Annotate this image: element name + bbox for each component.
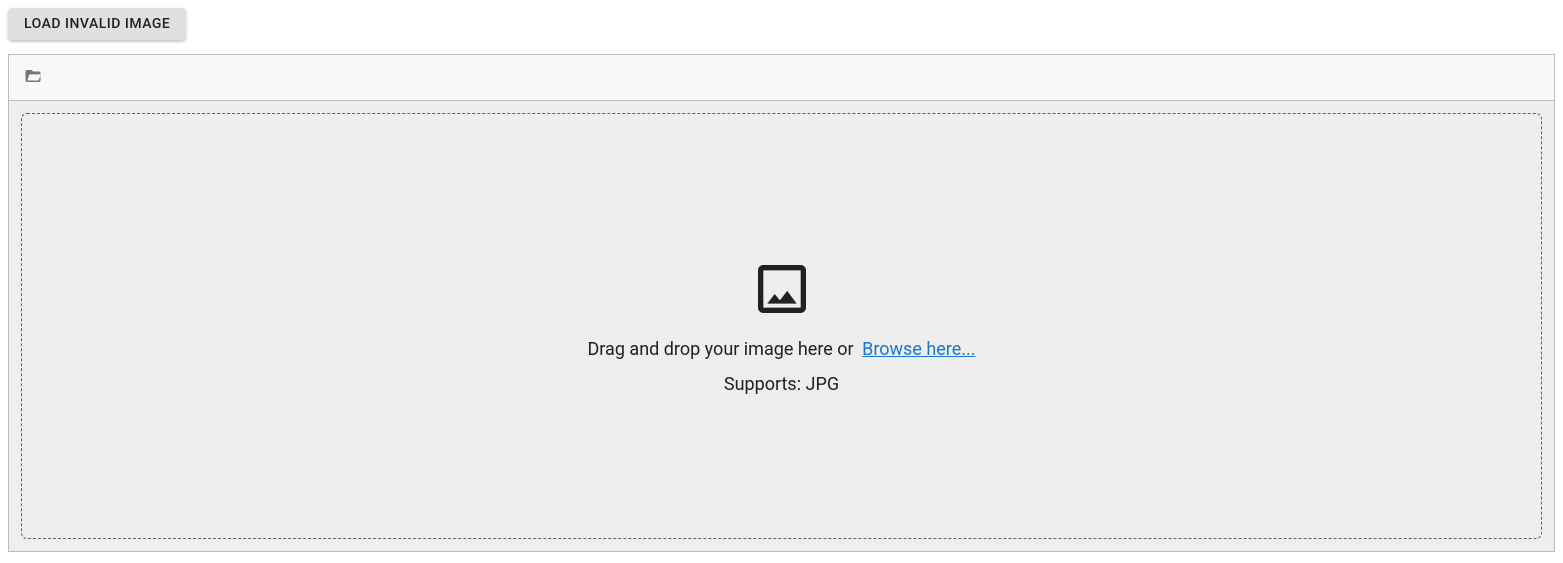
image-icon [750,257,814,325]
dropzone-container: Drag and drop your image here or Browse … [9,101,1554,551]
dropzone-instruction: Drag and drop your image here or Browse … [587,339,975,360]
dropzone-instruction-text: Drag and drop your image here or [587,339,858,360]
load-invalid-image-button[interactable]: LOAD INVALID IMAGE [8,8,186,40]
upload-toolbar [9,55,1554,101]
folder-open-icon[interactable] [23,67,43,89]
upload-panel: Drag and drop your image here or Browse … [8,54,1555,552]
dropzone-supports-text: Supports: JPG [724,374,839,395]
dropzone[interactable]: Drag and drop your image here or Browse … [21,113,1542,539]
browse-link[interactable]: Browse here... [862,339,975,360]
